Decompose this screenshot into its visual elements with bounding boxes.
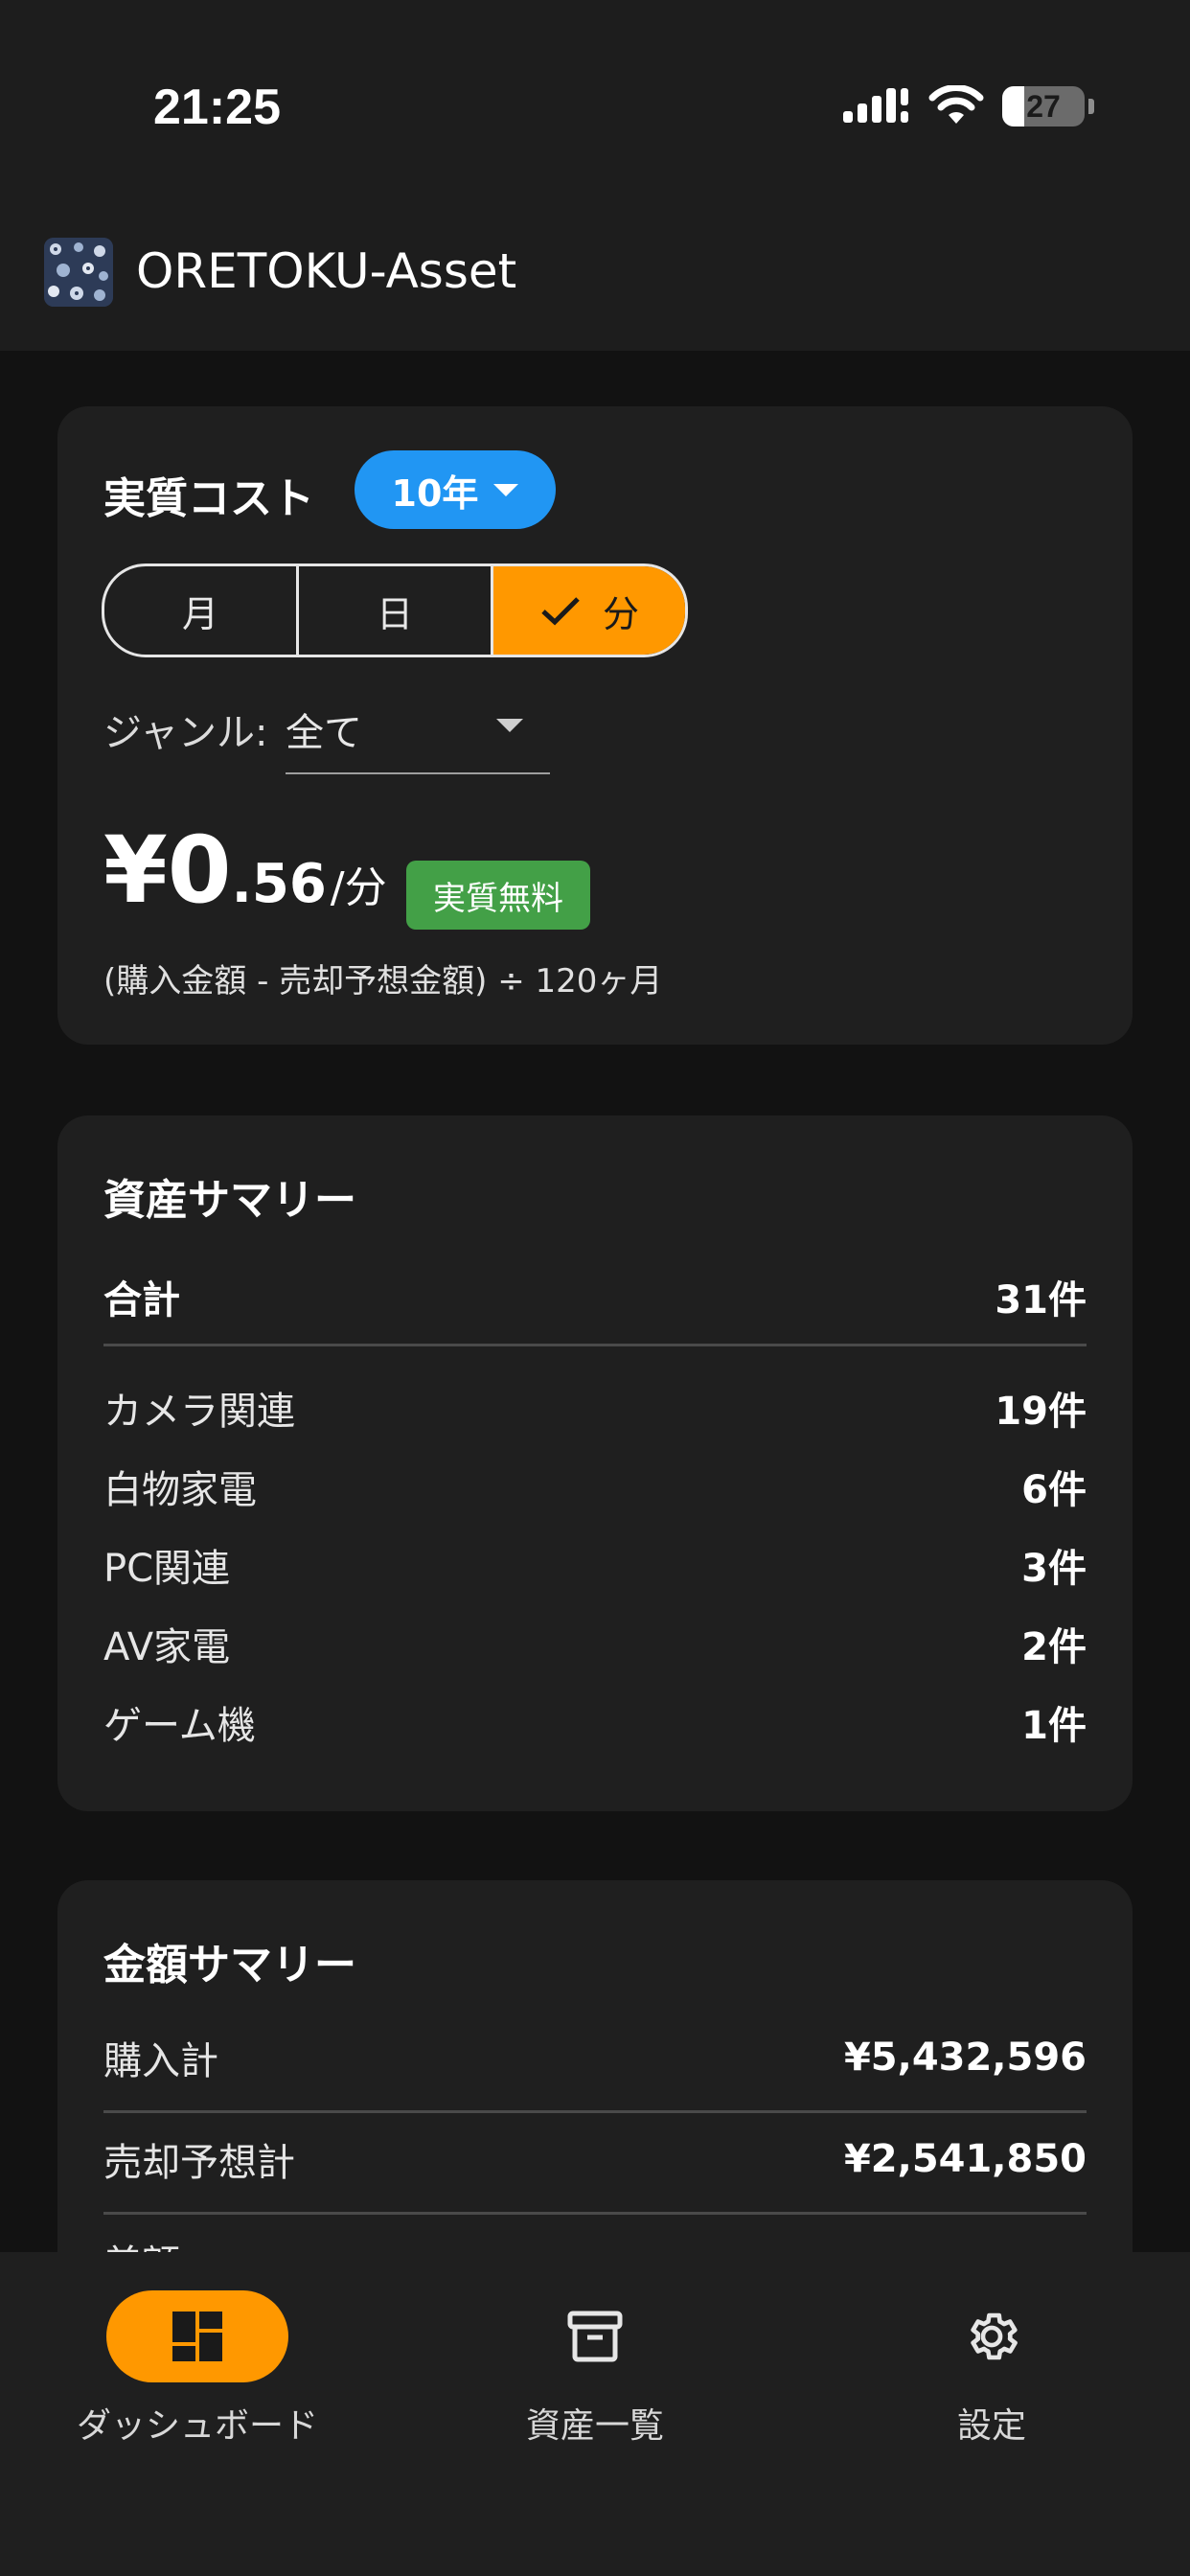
asset-category-count: 2件 [1021, 1625, 1087, 1669]
caret-down-icon [496, 719, 523, 732]
period-dropdown[interactable]: 10年 [355, 450, 556, 529]
asset-category-label: 白物家電 [103, 1468, 257, 1512]
asset-summary-title: 資産サマリー [103, 1176, 356, 1225]
genre-value: 全て [286, 711, 362, 755]
app-logo-icon [44, 238, 113, 307]
money-row-label: 差額 [103, 2233, 180, 2252]
asset-category-count: 6件 [1021, 1468, 1087, 1512]
asset-category-label: ゲーム機 [103, 1704, 256, 1748]
list-item: ゲーム機 1件 [103, 1689, 1087, 1756]
app-bar: ORETOKU-Asset [0, 207, 1190, 351]
nav-dashboard-indicator [106, 2290, 288, 2382]
asset-category-label: カメラ関連 [103, 1390, 295, 1434]
cost-formula: (購入金額 - 売却予想金額) ÷ 120ヶ月 [103, 962, 663, 1000]
list-item: AV家電 2件 [103, 1610, 1087, 1677]
segment-month-label: 月 [181, 592, 218, 635]
asset-total-value: 31件 [995, 1278, 1087, 1322]
segment-minute-label: 分 [602, 592, 639, 635]
nav-asset-list-indicator [504, 2290, 686, 2382]
dashboard-content[interactable]: 実質コスト 10年 月 日 分 ジャンル: 全て ¥0 .56 /分 実質無料 … [0, 351, 1190, 2252]
status-time: 21:25 [153, 80, 281, 135]
money-row-label: 購入計 [103, 2039, 218, 2083]
unit-segmented-control: 月 日 分 [102, 564, 688, 657]
list-item: 売却予想計 ¥2,541,850 [103, 2126, 1087, 2193]
free-badge: 実質無料 [406, 861, 590, 930]
money-summary-card: 金額サマリー 購入計 ¥5,432,596 売却予想計 ¥2,541,850 差… [57, 1880, 1133, 2252]
nav-dashboard-label: ダッシュボード [76, 2406, 318, 2446]
money-row-label: 売却予想計 [103, 2141, 295, 2185]
price-fraction: .56 [231, 853, 327, 915]
asset-total-label: 合計 [103, 1278, 180, 1322]
genre-label: ジャンル: [103, 711, 268, 755]
chevron-down-icon [493, 483, 519, 496]
money-divider [103, 2212, 1087, 2215]
genre-selector[interactable]: ジャンル: 全て [103, 694, 554, 780]
asset-total-row: 合計 31件 [103, 1263, 1087, 1330]
money-row-value: ¥2,541,850 [843, 2137, 1087, 2181]
asset-total-divider [103, 1344, 1087, 1346]
genre-underline [286, 772, 550, 774]
nav-dashboard[interactable]: ダッシュボード [54, 2290, 341, 2482]
status-icons: 27 [843, 82, 1094, 130]
money-row-value: ¥5,432,596 [843, 2036, 1087, 2080]
bottom-navigation: ダッシュボード 資産一覧 設定 [0, 2252, 1190, 2576]
nav-settings-label: 設定 [956, 2406, 1026, 2446]
nav-asset-list-label: 資産一覧 [525, 2406, 664, 2446]
list-item: PC関連 3件 [103, 1531, 1087, 1598]
segment-day-label: 日 [376, 592, 413, 635]
gear-icon [971, 2312, 1018, 2360]
battery-icon: 27 [1002, 86, 1085, 126]
cost-card: 実質コスト 10年 月 日 分 ジャンル: 全て ¥0 .56 /分 実質無料 … [57, 406, 1133, 1045]
cost-card-title: 実質コスト [103, 474, 314, 523]
nav-settings-indicator [901, 2290, 1083, 2382]
app-title: ORETOKU-Asset [136, 243, 517, 299]
nav-settings[interactable]: 設定 [848, 2290, 1135, 2482]
asset-category-count: 3件 [1021, 1547, 1087, 1591]
segment-minute[interactable]: 分 [491, 566, 685, 655]
money-divider [103, 2110, 1087, 2113]
battery-tip [1088, 99, 1094, 114]
archive-icon [567, 2311, 623, 2362]
money-summary-title: 金額サマリー [103, 1941, 356, 1990]
asset-category-label: AV家電 [103, 1625, 231, 1669]
list-item: 白物家電 6件 [103, 1453, 1087, 1520]
price-main: ¥0 [103, 816, 232, 924]
period-dropdown-label: 10年 [391, 472, 479, 515]
cellular-signal-icon [843, 88, 908, 123]
battery-level: 27 [1026, 89, 1061, 124]
status-bar: 21:25 27 [0, 0, 1190, 207]
asset-category-label: PC関連 [103, 1547, 231, 1591]
nav-asset-list[interactable]: 資産一覧 [451, 2290, 739, 2482]
asset-category-count: 1件 [1021, 1704, 1087, 1748]
segment-day[interactable]: 日 [296, 566, 491, 655]
segment-month[interactable]: 月 [104, 566, 296, 655]
list-item: 差額 [103, 2227, 1087, 2252]
list-item: 購入計 ¥5,432,596 [103, 2024, 1087, 2091]
list-item: カメラ関連 19件 [103, 1374, 1087, 1441]
asset-category-count: 19件 [995, 1390, 1087, 1434]
effective-cost-value: ¥0 .56 /分 [103, 816, 387, 932]
price-unit: /分 [330, 863, 387, 912]
asset-summary-card: 資産サマリー 合計 31件 カメラ関連 19件 白物家電 6件 PC関連 3件 [57, 1116, 1133, 1811]
dashboard-icon [172, 2312, 222, 2361]
wifi-icon [928, 85, 984, 124]
check-icon [541, 597, 580, 626]
